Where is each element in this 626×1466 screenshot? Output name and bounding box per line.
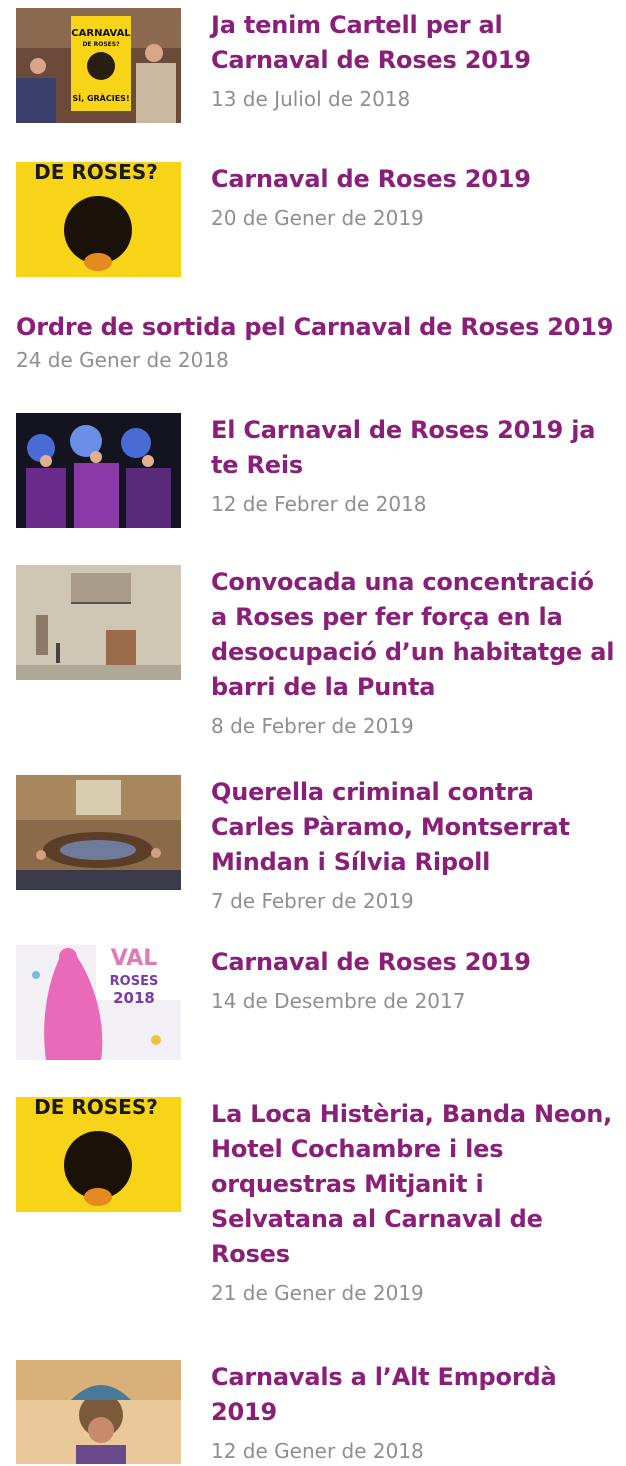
poster-photo-image: CARNAVAL DE ROSES? SÍ, GRÀCIES! <box>16 8 181 123</box>
poster-text: DE ROSES? <box>34 162 158 184</box>
list-item: VAL ROSES 2018 Carnaval de Roses 2019 14… <box>16 945 616 1065</box>
list-item: Querella criminal contra Carles Pàramo, … <box>16 775 616 915</box>
list-item: CARNAVAL DE ROSES? SÍ, GRÀCIES! Ja tenim… <box>16 8 616 128</box>
building-image <box>16 565 181 680</box>
article-thumbnail[interactable] <box>16 1360 181 1464</box>
list-item: Convocada una concentració a Roses per f… <box>16 565 616 750</box>
article-date: 13 de Juliol de 2018 <box>211 87 411 111</box>
article-date: 24 de Gener de 2018 <box>16 348 229 372</box>
poster-text: 2018 <box>113 989 155 1007</box>
article-thumbnail[interactable] <box>16 775 181 890</box>
article-date: 12 de Febrer de 2018 <box>211 492 427 516</box>
poster-text: DE ROSES? <box>82 41 120 48</box>
list-item: Ordre de sortida pel Carnaval de Roses 2… <box>16 310 616 385</box>
poster-2018-image: VAL ROSES 2018 <box>16 945 181 1060</box>
poster-text: SÍ, GRÀCIES! <box>72 92 129 103</box>
article-title-link[interactable]: Ja tenim Cartell per al Carnaval de Rose… <box>211 8 551 78</box>
list-item: DE ROSES? Carnaval de Roses 2019 20 de G… <box>16 162 616 282</box>
article-thumbnail[interactable]: DE ROSES? <box>16 162 181 277</box>
poster-text: CARNAVAL <box>71 28 131 39</box>
article-title-link[interactable]: La Loca Histèria, Banda Neon, Hotel Coch… <box>211 1097 616 1272</box>
article-date: 12 de Gener de 2018 <box>211 1439 424 1463</box>
article-title-link[interactable]: Carnaval de Roses 2019 <box>211 945 616 980</box>
list-item: DE ROSES? La Loca Histèria, Banda Neon, … <box>16 1097 616 1327</box>
article-date: 21 de Gener de 2019 <box>211 1281 424 1305</box>
article-title-link[interactable]: Carnavals a l’Alt Empordà 2019 <box>211 1360 616 1430</box>
article-thumbnail[interactable]: DE ROSES? <box>16 1097 181 1212</box>
list-item: Carnavals a l’Alt Empordà 2019 12 de Gen… <box>16 1360 616 1464</box>
poster-text: VAL <box>111 946 158 971</box>
costume-group-image <box>16 413 181 528</box>
article-title-link[interactable]: Convocada una concentració a Roses per f… <box>211 565 616 705</box>
article-thumbnail[interactable] <box>16 565 181 680</box>
article-list: CARNAVAL DE ROSES? SÍ, GRÀCIES! Ja tenim… <box>0 0 626 1464</box>
article-title-link[interactable]: Ordre de sortida pel Carnaval de Roses 2… <box>16 310 616 345</box>
carnival-dancer-image <box>16 1360 181 1464</box>
article-date: 20 de Gener de 2019 <box>211 206 424 230</box>
article-title-link[interactable]: El Carnaval de Roses 2019 ja te Reis <box>211 413 616 483</box>
article-thumbnail[interactable]: CARNAVAL DE ROSES? SÍ, GRÀCIES! <box>16 8 181 123</box>
council-meeting-image <box>16 775 181 890</box>
article-title-link[interactable]: Carnaval de Roses 2019 <box>211 162 616 197</box>
article-date: 7 de Febrer de 2019 <box>211 889 414 913</box>
article-date: 14 de Desembre de 2017 <box>211 989 466 1013</box>
article-thumbnail[interactable]: VAL ROSES 2018 <box>16 945 181 1060</box>
poster-image: DE ROSES? <box>16 162 181 277</box>
article-title-link[interactable]: Querella criminal contra Carles Pàramo, … <box>211 775 616 880</box>
poster-text: DE ROSES? <box>34 1097 158 1119</box>
article-thumbnail[interactable] <box>16 413 181 528</box>
list-item: El Carnaval de Roses 2019 ja te Reis 12 … <box>16 413 616 533</box>
poster-image: DE ROSES? <box>16 1097 181 1212</box>
article-date: 8 de Febrer de 2019 <box>211 714 414 738</box>
poster-text: ROSES <box>110 974 159 989</box>
